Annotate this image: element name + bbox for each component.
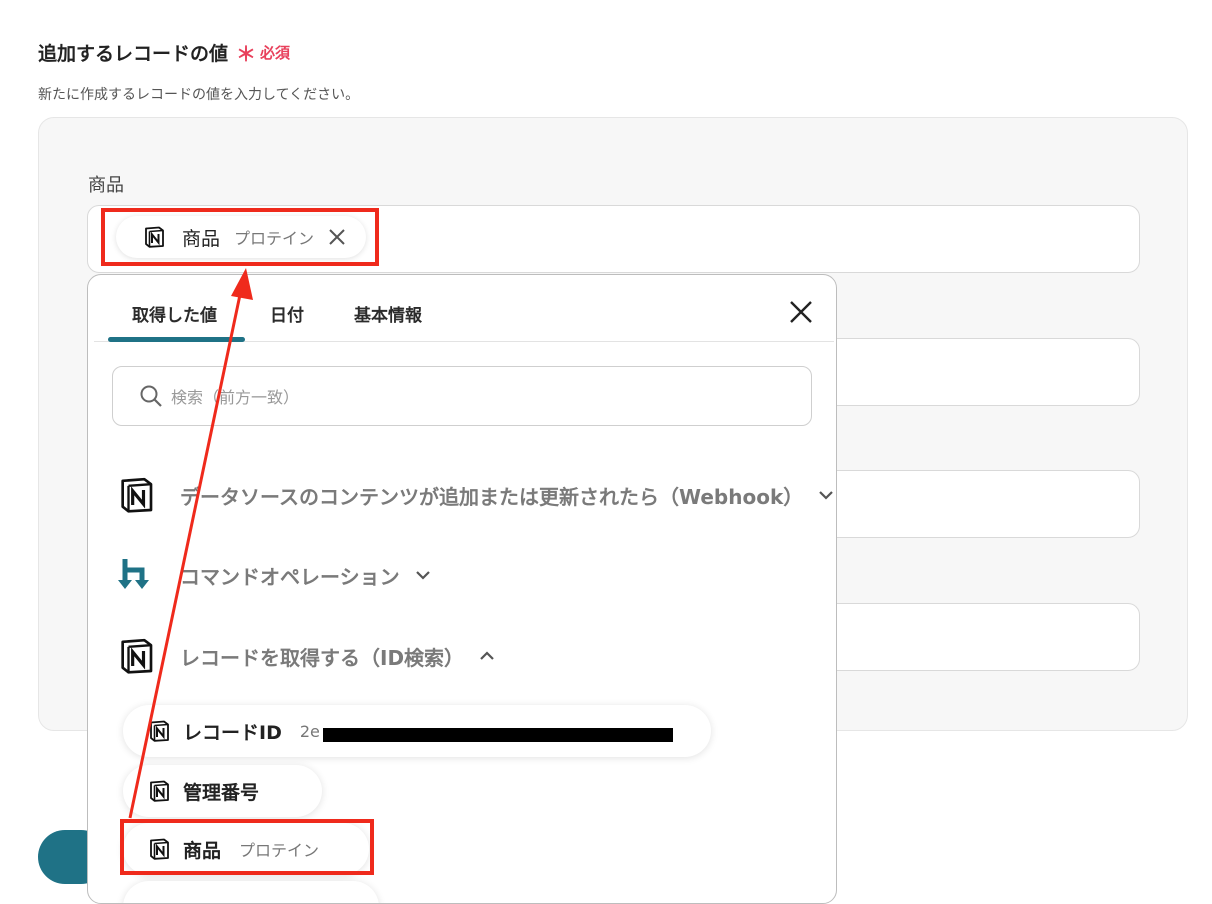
chevron-down-icon — [415, 571, 430, 580]
tab-basic-info[interactable]: 基本情報 — [354, 301, 422, 326]
group-label: レコードを取得する（ID検索） — [180, 645, 465, 670]
tab-acquired-values[interactable]: 取得した値 — [132, 301, 217, 326]
group-get-record-by-id[interactable]: レコードを取得する（ID検索） — [116, 636, 496, 676]
item-name: 管理番号 — [183, 781, 260, 804]
highlight-box-chip — [101, 208, 379, 266]
list-item-management-number[interactable]: 管理番号 — [123, 765, 322, 817]
group-command-operation[interactable]: コマンドオペレーション — [116, 555, 432, 595]
search-input[interactable]: 検索（前方一致） — [112, 366, 812, 426]
yoom-icon — [118, 559, 149, 589]
redaction-bar — [323, 728, 673, 742]
search-placeholder: 検索（前方一致） — [171, 388, 300, 407]
group-label: コマンドオペレーション — [180, 564, 400, 589]
group-webhook-trigger[interactable]: データソースのコンテンツが追加または更新されたら（Webhook） — [116, 475, 835, 515]
section-description: 新たに作成するレコードの値を入力してください。 — [38, 87, 360, 103]
required-asterisk: ＊ — [236, 42, 257, 66]
required-badge: ＊ 必須 — [236, 38, 290, 67]
required-label: 必須 — [260, 44, 291, 62]
active-tab-indicator — [108, 337, 245, 342]
field-label-product: 商品 — [88, 175, 124, 196]
list-item-partial[interactable] — [123, 881, 379, 903]
section-title-text: 追加するレコードの値 — [38, 43, 229, 65]
notion-icon — [121, 477, 153, 513]
chevron-up-icon — [480, 651, 494, 660]
value-picker-popup: 取得した値 日付 基本情報 検索（前方一致） データソースのコンテンツが追加また… — [87, 274, 837, 904]
item-value: 2e — [299, 721, 320, 741]
close-icon[interactable] — [788, 299, 814, 325]
highlight-box-item — [120, 819, 374, 875]
notion-icon — [121, 638, 153, 674]
notion-icon — [150, 780, 169, 802]
item-name: レコードID — [183, 721, 282, 744]
section-title: 追加するレコードの値 ＊ 必須 — [38, 38, 290, 67]
tab-date[interactable]: 日付 — [270, 301, 304, 326]
group-label: データソースのコンテンツが追加または更新されたら（Webhook） — [180, 484, 804, 509]
chevron-down-icon — [819, 491, 834, 500]
search-icon — [140, 385, 162, 407]
notion-icon — [150, 720, 169, 742]
